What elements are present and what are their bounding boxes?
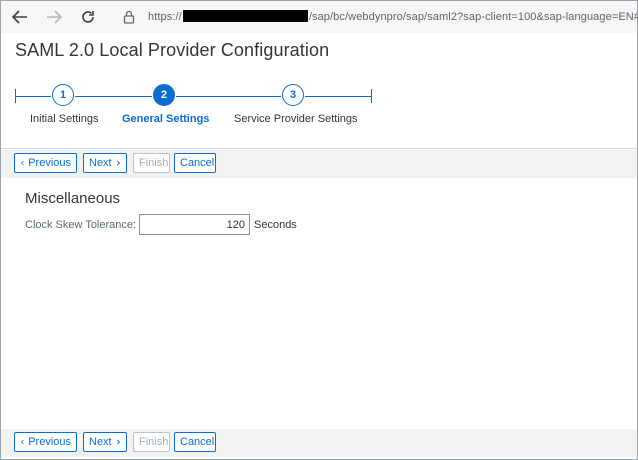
browser-toolbar: https:// /sap/bc/webdynpro/sap/saml2?sap-… [1, 1, 638, 33]
previous-label: Previous [28, 157, 71, 169]
clock-skew-unit: Seconds [254, 219, 297, 231]
url-prefix: https:// [148, 11, 182, 23]
wizard-roadmap: 1 2 3 Initial Settings General Settings … [15, 84, 375, 134]
chevron-left-icon [21, 160, 24, 166]
wizard-step-3-label[interactable]: Service Provider Settings [234, 113, 358, 125]
next-button[interactable]: Next [83, 432, 127, 452]
clock-skew-input[interactable] [139, 214, 250, 235]
roadmap-line [305, 96, 371, 97]
address-bar[interactable]: https:// /sap/bc/webdynpro/sap/saml2?sap-… [148, 10, 638, 23]
roadmap-line [75, 96, 152, 97]
cancel-button[interactable]: Cancel [174, 432, 216, 452]
wizard-step-1-label[interactable]: Initial Settings [30, 113, 98, 125]
forward-arrow-icon[interactable] [43, 7, 65, 27]
roadmap-line [15, 96, 51, 97]
roadmap-line [176, 96, 281, 97]
finish-button[interactable]: Finish [133, 432, 170, 452]
previous-button[interactable]: Previous [14, 432, 77, 452]
reload-icon[interactable] [77, 7, 99, 27]
cancel-label: Cancel [180, 436, 215, 448]
page-title: SAML 2.0 Local Provider Configuration [15, 40, 330, 60]
finish-label: Finish [139, 157, 169, 169]
wizard-toolbar-bottom: Previous Next Finish Cancel [1, 429, 637, 457]
finish-button[interactable]: Finish [133, 153, 170, 173]
cancel-label: Cancel [180, 157, 215, 169]
back-arrow-icon[interactable] [9, 7, 31, 27]
wizard-step-2[interactable]: 2 [153, 84, 175, 106]
next-label: Next [89, 436, 112, 448]
previous-button[interactable]: Previous [14, 153, 77, 173]
section-title: Miscellaneous [25, 190, 121, 207]
next-label: Next [89, 157, 112, 169]
previous-label: Previous [28, 436, 71, 448]
lock-icon[interactable] [118, 7, 140, 27]
clock-skew-label: Clock Skew Tolerance: [25, 219, 137, 231]
roadmap-end-cap [371, 89, 372, 103]
chevron-right-icon [116, 439, 120, 445]
finish-label: Finish [139, 436, 169, 448]
header-divider [1, 148, 637, 149]
url-path: /sap/bc/webdynpro/sap/saml2?sap-client=1… [308, 11, 638, 23]
wizard-step-3[interactable]: 3 [282, 84, 304, 106]
redacted-host [182, 10, 308, 22]
chevron-left-icon [21, 439, 24, 445]
chevron-right-icon [116, 160, 120, 166]
next-button[interactable]: Next [83, 153, 127, 173]
wizard-step-2-label[interactable]: General Settings [122, 113, 209, 125]
wizard-step-1[interactable]: 1 [52, 84, 74, 106]
cancel-button[interactable]: Cancel [174, 153, 216, 173]
wizard-toolbar-top: Previous Next Finish Cancel [1, 150, 637, 178]
